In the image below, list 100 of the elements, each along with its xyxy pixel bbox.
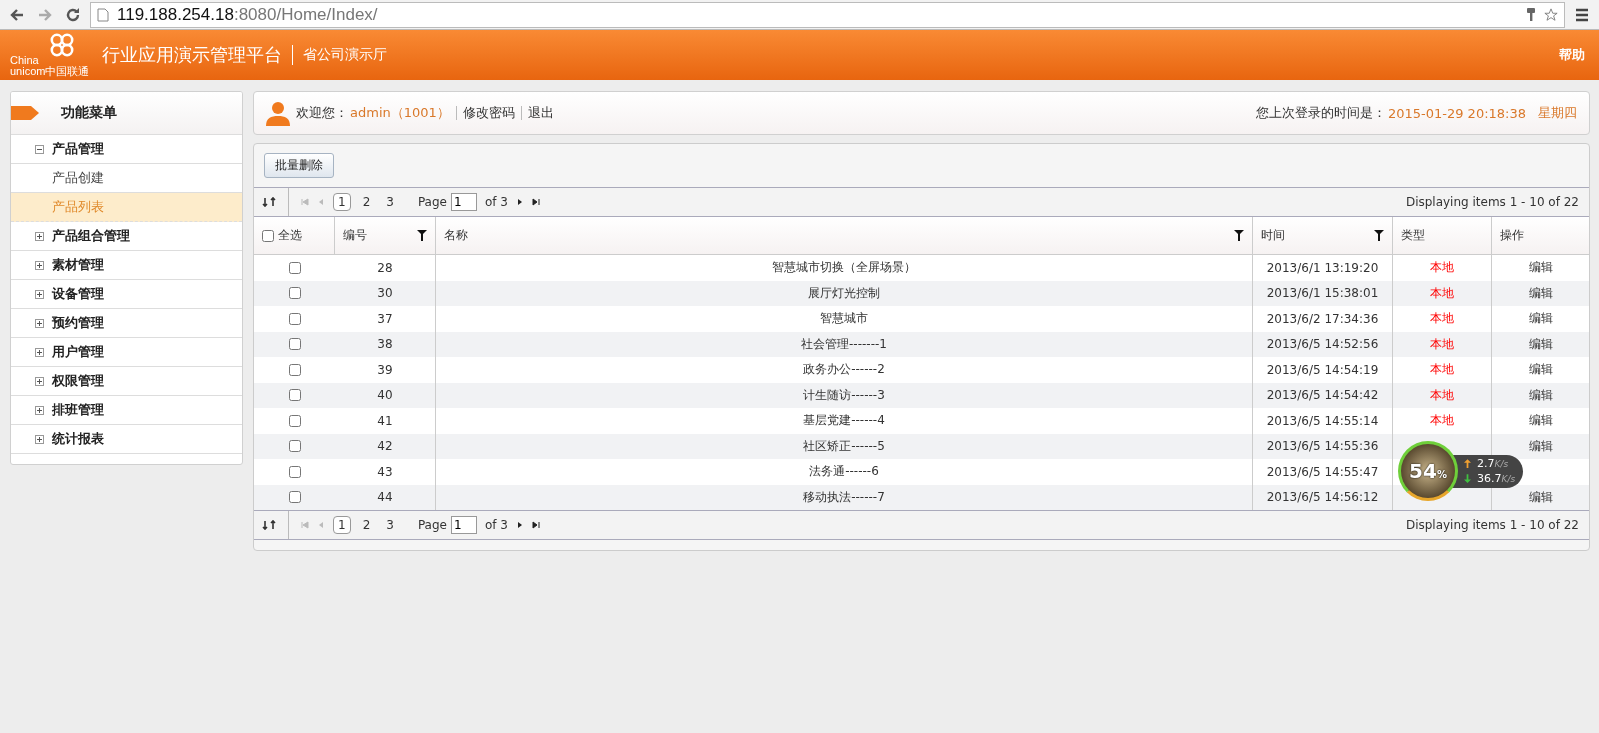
edit-link[interactable]: 编辑 bbox=[1528, 412, 1553, 430]
page-input[interactable]: 1 bbox=[451, 516, 477, 534]
toggle-icon bbox=[35, 144, 44, 154]
toggle-icon bbox=[35, 434, 44, 444]
speed-widget[interactable]: 54% 2.7K/s 36.7K/s bbox=[1398, 441, 1524, 501]
toggle-icon bbox=[35, 231, 44, 241]
page-link[interactable]: 2 bbox=[358, 194, 375, 210]
column-header[interactable]: 编号 bbox=[343, 227, 367, 244]
download-rate: 36.7K/s bbox=[1477, 471, 1516, 486]
user-name: admin（1001） bbox=[350, 104, 450, 122]
last-page-icon[interactable] bbox=[532, 198, 540, 206]
page-input[interactable]: 1 bbox=[451, 193, 477, 211]
row-checkbox[interactable] bbox=[288, 440, 301, 453]
table-cell: 2013/6/5 14:54:19 bbox=[1266, 362, 1379, 377]
filter-icon[interactable] bbox=[1234, 230, 1244, 241]
filter-icon[interactable] bbox=[1374, 230, 1384, 241]
column-header[interactable]: 时间 bbox=[1261, 227, 1285, 244]
row-checkbox[interactable] bbox=[288, 414, 301, 427]
column-header[interactable]: 操作 bbox=[1500, 227, 1524, 244]
page-link[interactable]: 1 bbox=[333, 516, 351, 534]
page-link[interactable]: 1 bbox=[333, 193, 351, 211]
account-link[interactable]: 修改密码 bbox=[462, 104, 515, 122]
table-cell: 政务办公------2 bbox=[803, 361, 885, 379]
welcome-label: 欢迎您： bbox=[296, 104, 348, 122]
user-icon bbox=[266, 100, 290, 126]
logo-text: China bbox=[10, 55, 40, 65]
edit-link[interactable]: 编辑 bbox=[1528, 437, 1553, 455]
reload-icon[interactable] bbox=[65, 6, 81, 23]
menu-group[interactable]: 权限管理 bbox=[11, 367, 242, 396]
menu-group[interactable]: 预约管理 bbox=[11, 309, 242, 338]
row-checkbox[interactable] bbox=[288, 465, 301, 478]
menu-group[interactable]: 产品组合管理 bbox=[11, 222, 242, 251]
table-cell: 39 bbox=[377, 362, 393, 377]
row-checkbox[interactable] bbox=[288, 363, 301, 376]
toggle-icon bbox=[35, 405, 44, 415]
edit-link[interactable]: 编辑 bbox=[1528, 310, 1553, 328]
table-cell: 本地 bbox=[1430, 386, 1454, 404]
back-icon[interactable] bbox=[9, 6, 25, 23]
menu-group[interactable]: 设备管理 bbox=[11, 280, 242, 309]
menu-title: 功能菜单 bbox=[61, 104, 117, 122]
down-arrow-icon bbox=[1464, 474, 1471, 483]
menu-icon[interactable] bbox=[1574, 6, 1590, 23]
batch-delete-button[interactable]: 批量删除 bbox=[264, 153, 334, 178]
menu-group[interactable]: 产品管理 bbox=[11, 135, 242, 164]
edit-link[interactable]: 编辑 bbox=[1528, 386, 1553, 404]
table-cell: 本地 bbox=[1430, 310, 1454, 328]
menu-group[interactable]: 统计报表 bbox=[11, 425, 242, 454]
page-link[interactable]: 2 bbox=[358, 517, 375, 533]
table-cell: 42 bbox=[377, 439, 393, 454]
column-header[interactable]: 类型 bbox=[1401, 227, 1425, 244]
menu-group[interactable]: 排班管理 bbox=[11, 396, 242, 425]
column-header[interactable]: 名称 bbox=[444, 227, 468, 244]
weekday: 星期四 bbox=[1538, 104, 1577, 122]
edit-link[interactable]: 编辑 bbox=[1528, 259, 1553, 277]
next-page-icon[interactable] bbox=[516, 198, 524, 206]
page-label: Page bbox=[417, 518, 447, 532]
filter-icon[interactable] bbox=[417, 230, 427, 241]
edit-link[interactable]: 编辑 bbox=[1528, 488, 1553, 506]
app-title: 行业应用演示管理平台 bbox=[102, 43, 282, 67]
edit-link[interactable]: 编辑 bbox=[1528, 284, 1553, 302]
table-cell: 智慧城市 bbox=[820, 310, 868, 328]
edit-link[interactable]: 编辑 bbox=[1528, 361, 1553, 379]
row-checkbox[interactable] bbox=[288, 287, 301, 300]
table-cell: 44 bbox=[377, 490, 393, 505]
account-link[interactable]: 退出 bbox=[527, 104, 554, 122]
table-cell: 本地 bbox=[1430, 361, 1454, 379]
logo-text: unicom中国联通 bbox=[10, 65, 90, 77]
address-bar[interactable]: 119.188.254.18:8080/Home/Index/ bbox=[90, 1, 1565, 28]
select-all-checkbox[interactable] bbox=[262, 229, 274, 242]
table-cell: 基层党建------4 bbox=[803, 412, 885, 430]
table-cell: 41 bbox=[377, 413, 393, 428]
table-cell: 30 bbox=[377, 286, 393, 301]
row-checkbox[interactable] bbox=[288, 491, 301, 504]
toggle-icon bbox=[35, 318, 44, 328]
row-checkbox[interactable] bbox=[288, 338, 301, 351]
menu-group[interactable]: 素材管理 bbox=[11, 251, 242, 280]
arrow-tab-icon bbox=[11, 106, 39, 120]
last-login-time: 2015-01-29 20:18:38 bbox=[1387, 105, 1526, 121]
row-checkbox[interactable] bbox=[288, 261, 301, 274]
column-header: 全选 bbox=[278, 227, 302, 244]
page-link[interactable]: 3 bbox=[382, 194, 398, 210]
row-checkbox[interactable] bbox=[288, 312, 301, 325]
menu-group[interactable]: 用户管理 bbox=[11, 338, 242, 367]
page-label: Page bbox=[417, 195, 447, 209]
table-cell: 计生随访------3 bbox=[803, 386, 885, 404]
table-cell: 2013/6/5 14:55:47 bbox=[1266, 464, 1379, 479]
table-cell: 2013/6/5 14:55:14 bbox=[1266, 413, 1379, 428]
table-cell: 2013/6/2 17:34:36 bbox=[1266, 311, 1379, 326]
row-checkbox[interactable] bbox=[288, 389, 301, 402]
table-cell: 2013/6/5 14:56:12 bbox=[1266, 490, 1379, 505]
last-page-icon[interactable] bbox=[532, 521, 540, 529]
star-icon[interactable] bbox=[1544, 6, 1558, 23]
table-cell: 本地 bbox=[1430, 412, 1454, 430]
app-subtitle: 省公司演示厅 bbox=[303, 46, 387, 64]
page-link[interactable]: 3 bbox=[382, 517, 398, 533]
key-icon[interactable] bbox=[1524, 6, 1538, 23]
edit-link[interactable]: 编辑 bbox=[1528, 335, 1553, 353]
table-cell: 2013/6/5 14:52:56 bbox=[1266, 337, 1379, 352]
next-page-icon[interactable] bbox=[516, 521, 524, 529]
table-cell: 43 bbox=[377, 464, 393, 479]
